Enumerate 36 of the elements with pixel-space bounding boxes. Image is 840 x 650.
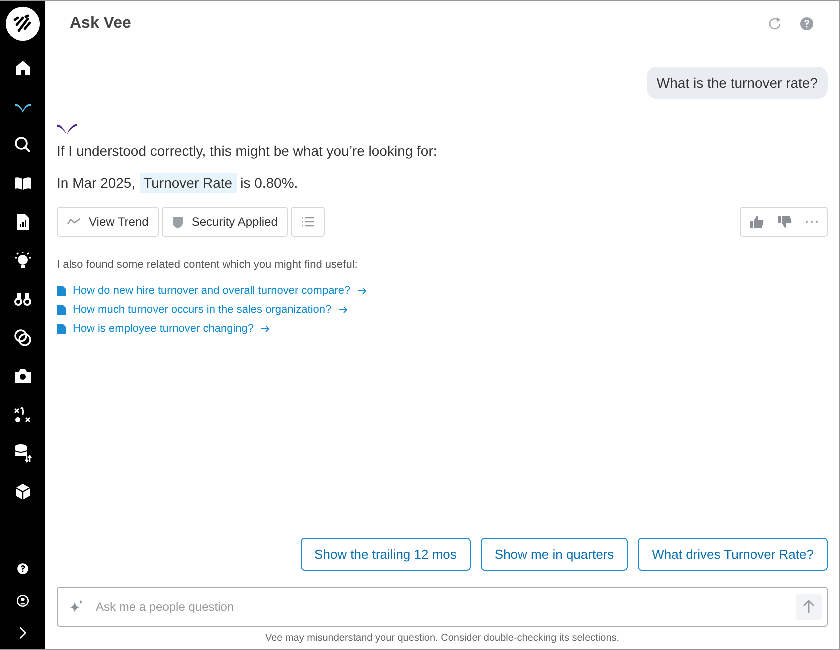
suggestion-button[interactable]: Show the trailing 12 mos: [300, 538, 471, 571]
list-button[interactable]: [290, 207, 325, 237]
related-intro: I also found some related content which you might find useful:: [57, 259, 359, 271]
more-icon[interactable]: [805, 220, 819, 224]
trend-icon: [67, 217, 81, 227]
answer-intro: If I understood correctly, this might be what you’re looking for:: [57, 143, 438, 159]
related-link[interactable]: How do new hire turnover and overall turnover compare?: [73, 285, 351, 297]
answer-text: is 0.80%.: [240, 175, 298, 191]
disclaimer: Vee may misunderstand your question. Consider double-checking its selections.: [264, 633, 621, 644]
suggestion-button[interactable]: Show me in quarters: [480, 538, 628, 571]
send-button[interactable]: [796, 594, 822, 620]
list-icon: [300, 216, 315, 228]
arrow-icon: [338, 306, 348, 314]
metric-chip[interactable]: Turnover Rate: [140, 173, 237, 193]
related-link[interactable]: How much turnover occurs in the sales organization?: [73, 304, 332, 316]
logo-icon[interactable]: [6, 7, 40, 41]
database-icon[interactable]: [12, 443, 32, 464]
suggestion-button[interactable]: What drives Turnover Rate?: [638, 538, 828, 571]
sparkle-icon: [69, 599, 85, 615]
security-button[interactable]: Security Applied: [162, 207, 288, 237]
related-link[interactable]: How is employee turnover changing?: [73, 323, 254, 335]
circles-icon[interactable]: [12, 328, 32, 348]
answer-text: In Mar 2025,: [57, 175, 136, 191]
thumbs-up-icon[interactable]: [749, 215, 765, 229]
user-message: What is the turnover rate?: [646, 67, 828, 99]
question-box[interactable]: Ask me a people question: [57, 587, 828, 627]
search-icon[interactable]: [12, 135, 32, 156]
arrow-up-icon: [803, 600, 815, 614]
page-title: Ask Vee: [70, 15, 132, 33]
view-trend-button[interactable]: View Trend: [57, 207, 159, 237]
v-logo-icon: [57, 123, 77, 135]
lightbulb-icon[interactable]: [12, 250, 32, 271]
shield-icon: [172, 216, 184, 228]
arrow-icon: [358, 287, 367, 295]
thumbs-down-icon[interactable]: [777, 215, 793, 229]
arrow-icon: [261, 325, 270, 333]
